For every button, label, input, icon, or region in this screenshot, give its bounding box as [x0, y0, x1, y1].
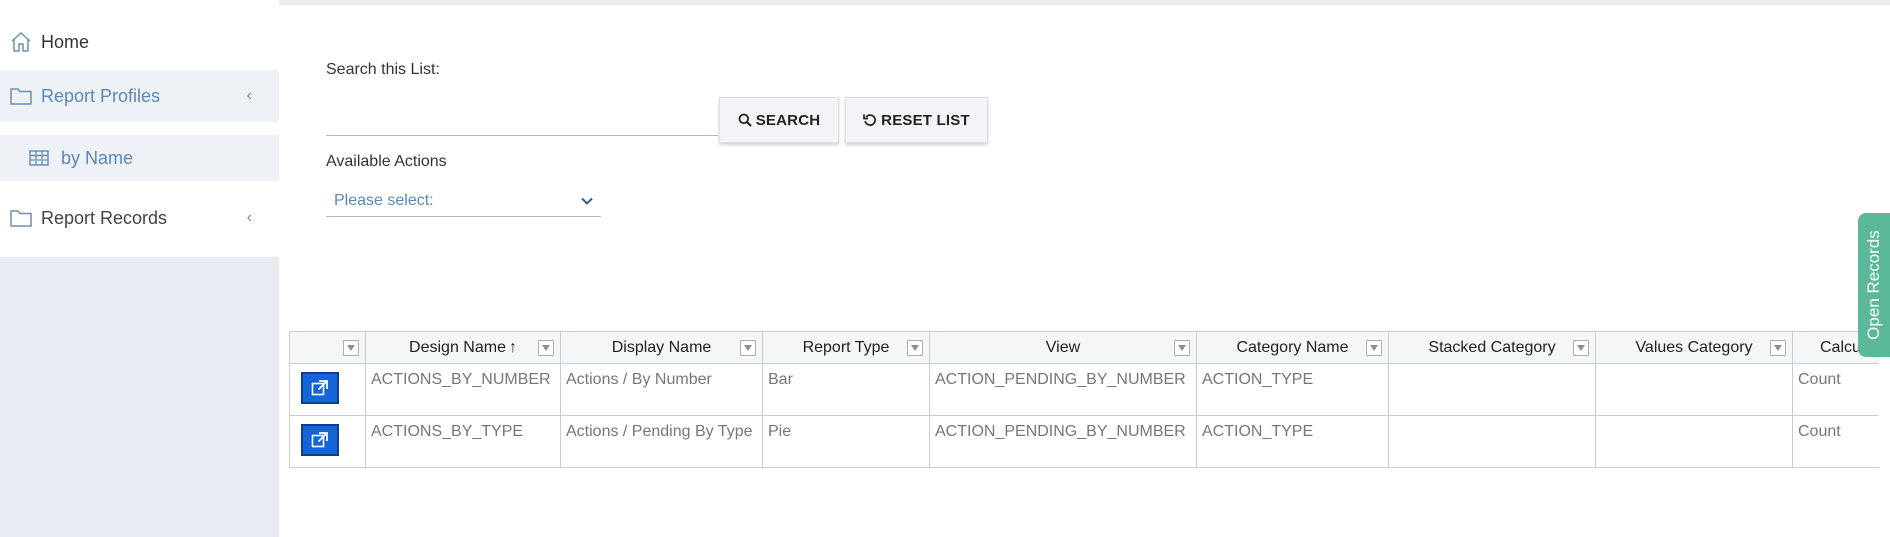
column-header-report-type[interactable]: Report Type — [763, 332, 930, 363]
open-records-tab[interactable]: Open Records — [1858, 213, 1890, 357]
sidebar-item-label: Report Records — [41, 207, 168, 228]
cell-view: ACTION_PENDING_BY_NUMBER — [930, 364, 1197, 415]
chevron-left-icon: ‹ — [246, 209, 252, 226]
chevron-down-icon — [579, 193, 595, 214]
report-profiles-grid: Design Name ↑ Display Name Report Type V… — [289, 331, 1879, 468]
column-header-category-name[interactable]: Category Name — [1197, 332, 1389, 363]
cell-design-name: ACTIONS_BY_NUMBER — [366, 364, 561, 415]
cell-values-category — [1596, 416, 1793, 467]
column-header-values-category[interactable]: Values Category — [1596, 332, 1793, 363]
folder-icon — [9, 84, 33, 108]
open-record-button[interactable] — [301, 372, 339, 404]
search-button[interactable]: SEARCH — [719, 97, 839, 143]
filter-icon[interactable] — [1174, 340, 1190, 356]
row-actions-cell — [290, 416, 366, 467]
folder-icon — [9, 206, 33, 230]
open-records-tab-label: Open Records — [1864, 230, 1883, 340]
reset-list-button[interactable]: RESET LIST — [845, 97, 988, 143]
available-actions-label: Available Actions — [326, 153, 447, 170]
chevron-left-icon: ‹ — [246, 87, 252, 104]
filter-icon[interactable] — [740, 340, 756, 356]
sidebar-item-label: by Name — [61, 147, 134, 168]
cell-values-category — [1596, 364, 1793, 415]
search-icon — [738, 113, 752, 127]
column-header-display-name[interactable]: Display Name — [561, 332, 763, 363]
column-header-stacked-category[interactable]: Stacked Category — [1389, 332, 1596, 363]
sidebar-item-home[interactable]: Home — [0, 27, 279, 57]
search-input[interactable] — [326, 96, 718, 136]
column-header-label: Display Name — [611, 338, 712, 356]
column-header-label: Calcu — [1820, 338, 1861, 356]
home-icon — [9, 30, 33, 54]
column-header-label: Design Name — [409, 338, 506, 356]
sidebar-item-label: Report Profiles — [41, 85, 161, 106]
cell-display-name: Actions / Pending By Type — [561, 416, 763, 467]
cell-report-type: Bar — [763, 364, 930, 415]
cell-stacked-category — [1389, 364, 1596, 415]
filter-icon[interactable] — [1770, 340, 1786, 356]
column-header-label: Values Category — [1635, 338, 1753, 356]
column-header-label: Stacked Category — [1428, 338, 1556, 356]
filter-icon[interactable] — [1573, 340, 1589, 356]
table-row: ACTIONS_BY_NUMBER Actions / By Number Ba… — [289, 364, 1879, 416]
column-header-label: Report Type — [802, 338, 890, 356]
column-header-label: View — [1045, 338, 1081, 356]
filter-icon[interactable] — [907, 340, 923, 356]
reset-icon — [863, 113, 877, 127]
cell-category-name: ACTION_TYPE — [1197, 364, 1389, 415]
column-header-actions — [290, 332, 366, 363]
sidebar-item-report-records[interactable]: Report Records ‹ — [0, 203, 279, 233]
grid-header: Design Name ↑ Display Name Report Type V… — [289, 331, 1879, 364]
row-actions-cell — [290, 364, 366, 415]
column-header-design-name[interactable]: Design Name ↑ — [366, 332, 561, 363]
column-header-view[interactable]: View — [930, 332, 1197, 363]
search-label: Search this List: — [326, 61, 440, 78]
cell-calculation: Count — [1793, 416, 1879, 467]
search-button-label: SEARCH — [755, 111, 821, 129]
cell-stacked-category — [1389, 416, 1596, 467]
cell-report-type: Pie — [763, 416, 930, 467]
sidebar: Home Report Profiles ‹ by Name Report Re… — [0, 0, 279, 537]
column-header-label: Category Name — [1236, 338, 1349, 356]
cell-view: ACTION_PENDING_BY_NUMBER — [930, 416, 1197, 467]
filter-icon[interactable] — [343, 340, 359, 356]
filter-icon[interactable] — [538, 340, 554, 356]
table-icon — [27, 146, 51, 170]
sort-ascending-icon: ↑ — [508, 338, 517, 356]
open-record-icon — [311, 432, 328, 448]
top-divider — [279, 0, 1890, 5]
reset-button-label: RESET LIST — [881, 111, 970, 129]
open-record-button[interactable] — [301, 424, 339, 456]
sidebar-item-label: Home — [41, 31, 90, 52]
available-actions-select[interactable]: Please select: — [326, 186, 601, 217]
sidebar-item-report-profiles[interactable]: Report Profiles ‹ — [0, 70, 279, 122]
table-row: ACTIONS_BY_TYPE Actions / Pending By Typ… — [289, 416, 1879, 468]
cell-calculation: Count — [1793, 364, 1879, 415]
cell-display-name: Actions / By Number — [561, 364, 763, 415]
sidebar-item-by-name[interactable]: by Name — [0, 135, 279, 181]
open-record-icon — [311, 380, 328, 396]
filter-icon[interactable] — [1366, 340, 1382, 356]
cell-design-name: ACTIONS_BY_TYPE — [366, 416, 561, 467]
cell-category-name: ACTION_TYPE — [1197, 416, 1389, 467]
available-actions-value: Please select: — [334, 192, 434, 209]
